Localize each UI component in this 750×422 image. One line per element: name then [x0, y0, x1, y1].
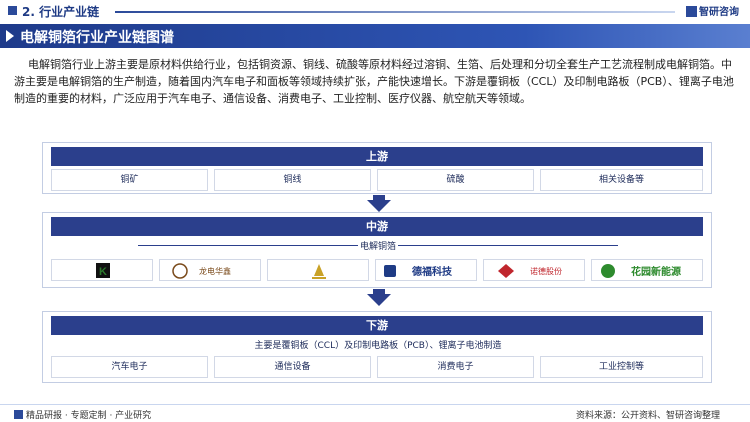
upstream-item: 铜线	[214, 169, 371, 191]
intro-paragraph: 电解铜箔行业上游主要是原材料供给行业，包括铜资源、铜线、硫酸等原材料经过溶铜、生…	[14, 58, 734, 105]
company-logo-cell: K	[51, 259, 153, 281]
midstream-sub-divider-right	[398, 245, 618, 246]
page-banner: 电解铜箔行业产业链图谱	[0, 24, 750, 48]
footer-brand-icon	[14, 410, 23, 419]
upstream-item: 相关设备等	[540, 169, 703, 191]
downstream-item: 汽车电子	[51, 356, 208, 378]
downstream-item: 工业控制等	[540, 356, 703, 378]
company-huayuan-logo-icon: 花园新能源	[601, 264, 681, 278]
midstream-sub-divider-left	[138, 245, 358, 246]
section-title: 2. 行业产业链	[22, 5, 100, 19]
company-longdian-logo-icon: 龙电华鑫	[172, 263, 231, 279]
footer-tagline-text: 精品研报 · 专题定制 · 产业研究	[26, 411, 152, 421]
company-k-text: K	[99, 266, 107, 278]
company-logo-cell: 花园新能源	[591, 259, 703, 281]
upstream-title: 上游	[51, 147, 703, 166]
upstream-item: 铜矿	[51, 169, 208, 191]
company-logo-cell: 龙电华鑫	[159, 259, 261, 281]
upstream-item: 硫酸	[377, 169, 534, 191]
header-divider	[115, 11, 675, 13]
section-square-icon	[8, 6, 17, 15]
flow-down-arrow-icon	[367, 294, 391, 306]
company-nuode-text: 诺德股份	[530, 266, 562, 276]
footer-source: 资料来源：公开资料、智研咨询整理	[576, 411, 721, 421]
company-logo-cell	[267, 259, 369, 281]
midstream-subtitle: 电解铜箔	[359, 242, 396, 252]
section-header: 2. 行业产业链 智研咨询	[0, 0, 750, 20]
company-defu-text: 德福科技	[411, 265, 453, 278]
company-k-logo-icon: K	[96, 263, 110, 278]
upstream-section: 上游 铜矿 铜线 硫酸 相关设备等	[42, 142, 712, 194]
downstream-section: 下游 主要是覆铜板（CCL）及印制电路板（PCB）、锂离子电池制造 汽车电子 通…	[42, 311, 712, 383]
page-title: 电解铜箔行业产业链图谱	[20, 30, 174, 46]
flow-down-arrow-icon	[367, 200, 391, 212]
page-footer: 精品研报 · 专题定制 · 产业研究 资料来源：公开资料、智研咨询整理	[0, 404, 750, 422]
footer-tagline: 精品研报 · 专题定制 · 产业研究	[14, 408, 151, 421]
company-gold-logo-icon	[312, 264, 326, 279]
midstream-title: 中游	[51, 217, 703, 236]
company-logo-cell: 诺德股份	[483, 259, 585, 281]
banner-arrow-icon	[6, 30, 14, 42]
company-nuode-logo-icon: 诺德股份	[498, 264, 562, 278]
brand-logo-icon	[686, 6, 697, 17]
downstream-subtitle: 主要是覆铜板（CCL）及印制电路板（PCB）、锂离子电池制造	[254, 341, 502, 351]
downstream-item: 通信设备	[214, 356, 371, 378]
footer-divider	[0, 404, 750, 405]
downstream-title: 下游	[51, 316, 703, 335]
company-defu-logo-icon: 德福科技	[384, 265, 453, 278]
midstream-section: 中游 电解铜箔 K 龙电华鑫 德福科技 诺德股份 花园新能源	[42, 212, 712, 288]
brand-logo-text: 智研咨询	[699, 7, 739, 18]
brand-logo: 智研咨询	[686, 3, 739, 18]
company-huayuan-text: 花园新能源	[631, 265, 681, 278]
company-longdian-text: 龙电华鑫	[199, 266, 231, 276]
company-logo-cell: 德福科技	[375, 259, 477, 281]
downstream-item: 消费电子	[377, 356, 534, 378]
